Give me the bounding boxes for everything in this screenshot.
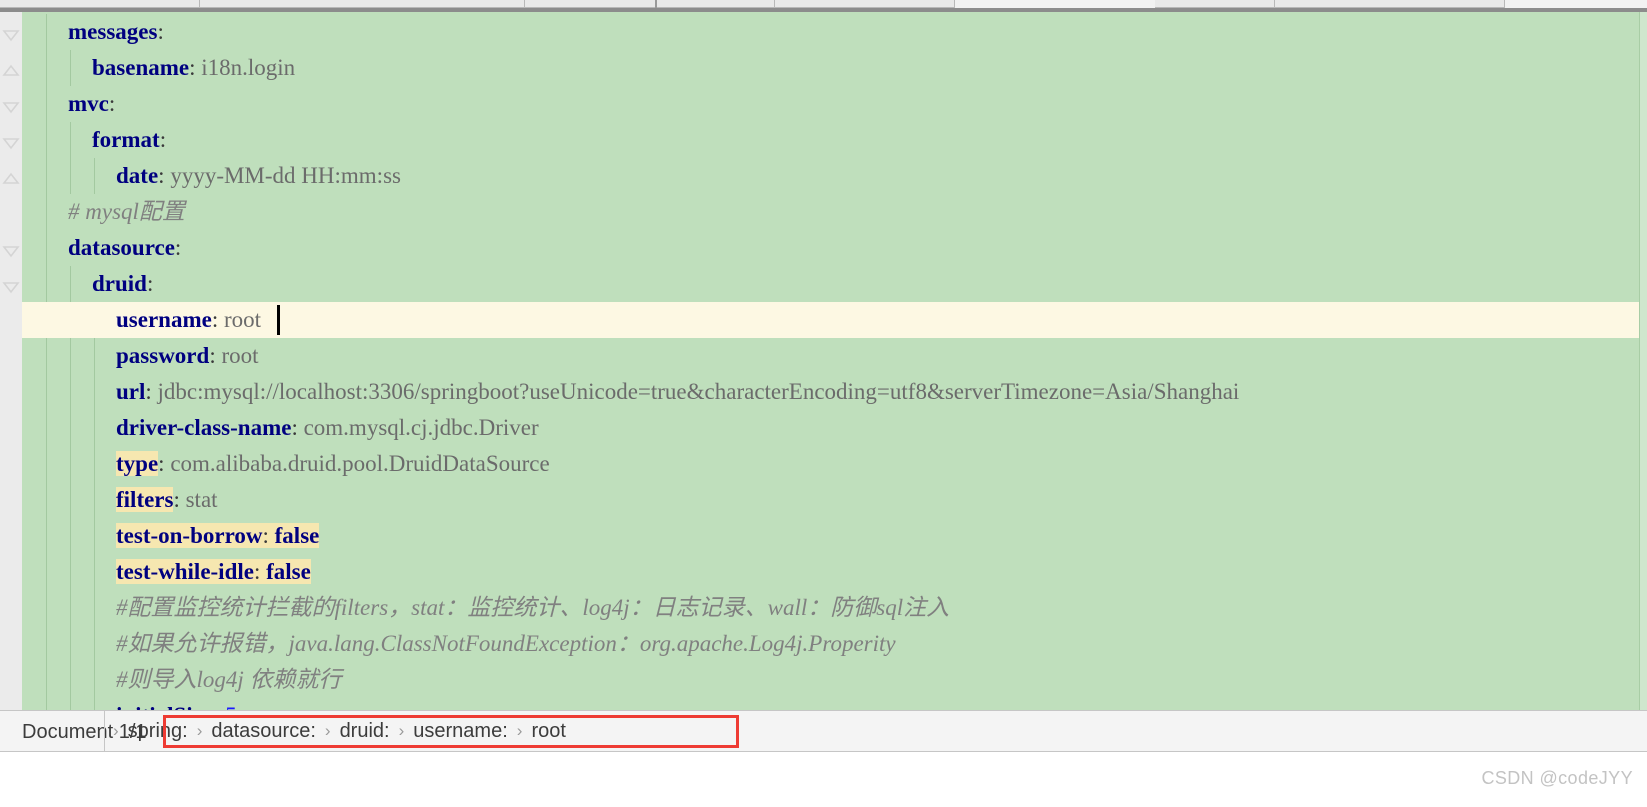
fold-collapse-icon[interactable] [2,278,20,296]
breadcrumb-separator-icon: › [113,721,119,740]
footer: CSDN @codeJYY [0,752,1647,807]
statusbar-divider [104,711,105,753]
code-token: root [221,343,259,368]
code-token: false [266,559,311,584]
code-token: : [213,703,225,710]
code-token: stat [185,487,218,512]
code-line[interactable]: username: root [22,302,1647,338]
code-line[interactable]: datasource: [22,230,1647,266]
code-token: test-while-idle [116,559,254,584]
toolbar-segment[interactable] [1275,0,1505,8]
code-token: : [262,523,275,548]
code-token: : [211,307,224,332]
code-token: # mysql配置 [68,199,185,224]
code-token: type [116,451,159,476]
toolbar-segment[interactable] [1155,0,1275,8]
code-token: basename [92,55,190,80]
code-token: : [173,487,186,512]
code-token: #配置监控统计拦截的filters，stat：监控统计、log4j：日志记录、w… [116,595,950,620]
fold-expand-icon[interactable] [2,62,20,80]
code-token: : [174,235,182,260]
code-token: : [158,163,171,188]
editor-gutter[interactable] [0,12,22,710]
code-line[interactable]: date: yyyy-MM-dd HH:mm:ss [22,158,1647,194]
text-caret [277,305,280,335]
code-token: : [253,559,267,584]
code-editor[interactable]: messages: basename: i18n.login mvc: format:… [0,12,1647,710]
code-line[interactable]: #则导入log4j 依赖就行 [22,662,1647,698]
toolbar-strip [0,0,1647,12]
code-line[interactable]: #如果允许报错，java.lang.ClassNotFoundException… [22,626,1647,662]
code-token: url [116,379,146,404]
code-token: : [145,379,158,404]
code-token: : [291,415,304,440]
code-line[interactable]: mvc: [22,86,1647,122]
breadcrumb-annotation-box [163,715,739,748]
code-line[interactable]: basename: i18n.login [22,50,1647,86]
code-line[interactable]: # mysql配置 [22,194,1647,230]
code-line[interactable]: #配置监控统计拦截的filters，stat：监控统计、log4j：日志记录、w… [22,590,1647,626]
code-token: jdbc:mysql://localhost:3306/springboot?u… [157,379,1240,404]
code-token: #则导入log4j 依赖就行 [116,667,342,692]
code-pane[interactable]: messages: basename: i18n.login mvc: format:… [22,12,1647,710]
code-line[interactable]: test-while-idle: false [22,554,1647,590]
code-token: : [146,271,154,296]
code-token: #如果允许报错，java.lang.ClassNotFoundException… [116,631,896,656]
code-line[interactable]: driver-class-name: com.mysql.cj.jdbc.Dri… [22,410,1647,446]
code-token: : [189,55,202,80]
code-token: false [274,523,320,548]
watermark-label: CSDN @codeJYY [1481,768,1633,788]
code-token: com.alibaba.druid.pool.DruidDataSource [170,451,550,476]
code-token: filters [116,487,174,512]
code-token: driver-class-name [116,415,292,440]
fold-collapse-icon[interactable] [2,242,20,260]
code-line[interactable]: initialSize: 5 [22,698,1647,710]
code-token: messages [68,19,158,44]
code-token: datasource [68,235,175,260]
code-line[interactable]: password: root [22,338,1647,374]
code-token: password [116,343,210,368]
toolbar-segment[interactable] [775,0,955,8]
toolbar-divider [655,0,657,8]
toolbar-segment[interactable] [525,0,775,8]
fold-collapse-icon[interactable] [2,98,20,116]
code-token: : [159,127,167,152]
code-token: druid [92,271,147,296]
code-token: i18n.login [201,55,296,80]
code-token: com.mysql.cj.jdbc.Driver [303,415,539,440]
code-token: : [108,91,116,116]
code-token: username [116,307,212,332]
fold-expand-icon[interactable] [2,170,20,188]
code-line[interactable]: format: [22,122,1647,158]
code-line[interactable]: druid: [22,266,1647,302]
code-line[interactable]: test-on-borrow: false [22,518,1647,554]
code-token: initialSize [116,703,213,710]
code-token: date [116,163,159,188]
code-token: : [158,451,171,476]
toolbar-segment[interactable] [0,0,200,8]
toolbar-segment[interactable] [200,0,525,8]
fold-collapse-icon[interactable] [2,134,20,152]
code-token: format [92,127,160,152]
code-line[interactable]: type: com.alibaba.druid.pool.DruidDataSo… [22,446,1647,482]
code-token: 5 [225,703,237,710]
code-line[interactable]: messages: [22,14,1647,50]
code-token: mvc [68,91,109,116]
code-token: : [157,19,164,44]
editor-right-margin [1639,12,1647,710]
code-token: yyyy-MM-dd HH:mm:ss [170,163,401,188]
code-token: test-on-borrow [116,523,263,548]
code-token: root [223,307,262,332]
code-line[interactable]: url: jdbc:mysql://localhost:3306/springb… [22,374,1647,410]
code-line[interactable]: filters: stat [22,482,1647,518]
fold-collapse-icon[interactable] [2,26,20,44]
code-token: : [209,343,222,368]
